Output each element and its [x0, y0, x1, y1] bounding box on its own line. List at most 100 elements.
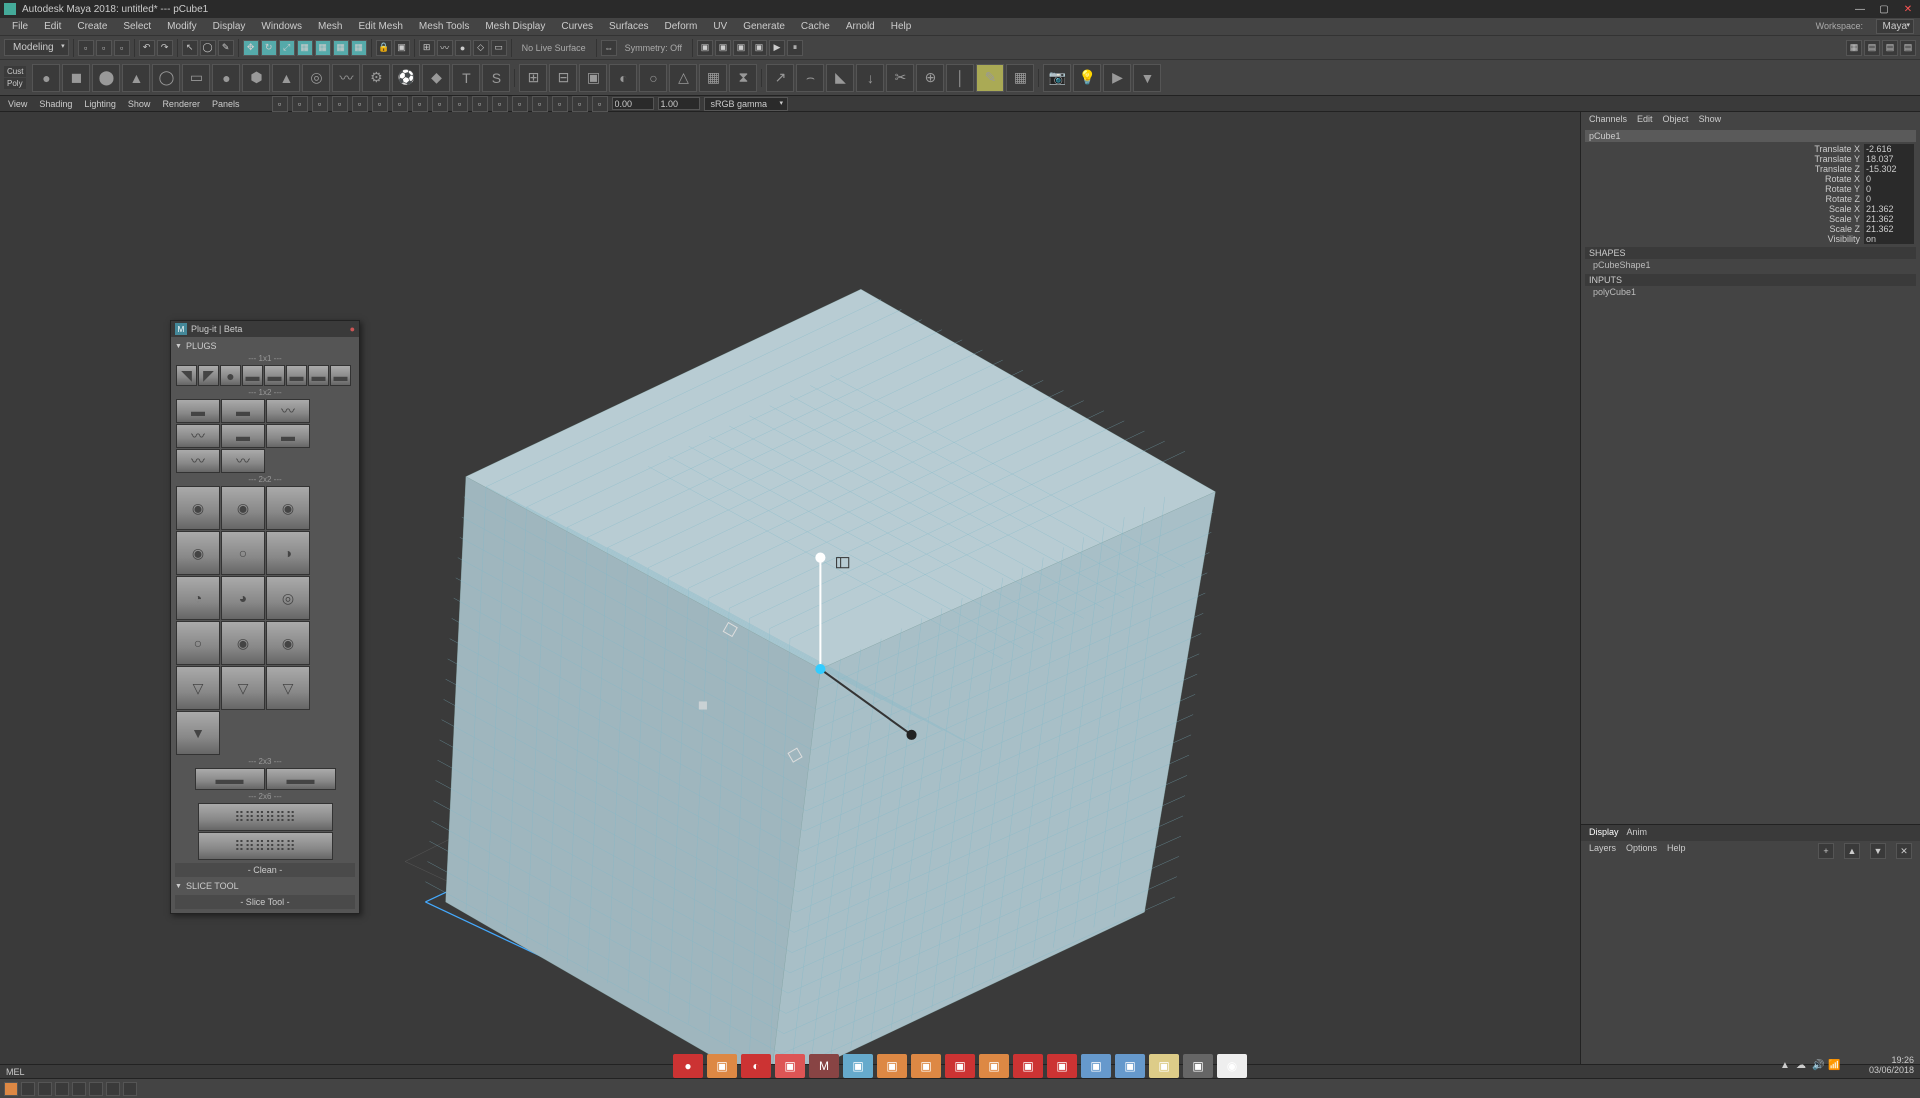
bevel-icon[interactable]: ◣ [826, 64, 854, 92]
attr-row[interactable]: Translate X-2.616 [1585, 144, 1916, 154]
render-shelf-icon[interactable]: ▶ [1103, 64, 1131, 92]
attr-row[interactable]: Rotate Y0 [1585, 184, 1916, 194]
redo-icon[interactable]: ↷ [157, 40, 173, 56]
light-icon[interactable]: 💡 [1073, 64, 1101, 92]
layer-up-icon[interactable]: ▲ [1844, 843, 1860, 859]
plug-2x2-16[interactable]: ▼ [176, 711, 220, 755]
plug-2x3-2[interactable]: ▬▬ [266, 768, 336, 790]
pt-icon-5[interactable]: ▫ [352, 96, 368, 112]
attr-value[interactable]: 18.037 [1864, 154, 1914, 164]
snap-view-icon[interactable]: ▭ [491, 40, 507, 56]
task-chrome[interactable]: ◉ [1217, 1054, 1247, 1078]
panel-view[interactable]: View [4, 99, 31, 109]
pt-icon-16[interactable]: ▫ [572, 96, 588, 112]
tab-show[interactable]: Show [1699, 114, 1722, 126]
task-app-10[interactable]: ▣ [1013, 1054, 1043, 1078]
task-app-6[interactable]: ▣ [877, 1054, 907, 1078]
plug-2x6-2[interactable]: ⠿⠿⠿⠿⠿⠿ [198, 832, 333, 860]
menu-select[interactable]: Select [117, 20, 157, 33]
panel-renderer[interactable]: Renderer [158, 99, 204, 109]
plug-2x2-14[interactable]: ▽ [221, 666, 265, 710]
tray-1[interactable]: ▲ [1780, 1060, 1792, 1072]
plug-2x2-8[interactable]: ◕ [221, 576, 265, 620]
attr-row[interactable]: Rotate Z0 [1585, 194, 1916, 204]
menu-mesh[interactable]: Mesh [312, 20, 348, 33]
move-tool-icon[interactable]: ✥ [243, 40, 259, 56]
attr-value[interactable]: 0 [1864, 174, 1914, 184]
bb-5[interactable] [72, 1082, 86, 1096]
menu-help[interactable]: Help [885, 20, 918, 33]
attr-value[interactable]: -15.302 [1864, 164, 1914, 174]
layer-down-icon[interactable]: ▼ [1870, 843, 1886, 859]
slice-tool-button[interactable]: - Slice Tool - [175, 895, 355, 909]
tray-3[interactable]: 🔊 [1812, 1060, 1824, 1072]
task-app-1[interactable]: ● [673, 1054, 703, 1078]
menu-deform[interactable]: Deform [659, 20, 704, 33]
plug-2x2-3[interactable]: ◉ [266, 486, 310, 530]
workspace-dropdown[interactable]: Maya [1876, 19, 1914, 34]
menu-modify[interactable]: Modify [161, 20, 202, 33]
panel-lighting[interactable]: Lighting [80, 99, 120, 109]
attr-row[interactable]: Visibilityon [1585, 234, 1916, 244]
render-icon[interactable]: ▣ [697, 40, 713, 56]
ipr-icon[interactable]: ▣ [715, 40, 731, 56]
layers-menu[interactable]: Layers [1589, 843, 1616, 859]
task-app-12[interactable]: ▣ [1081, 1054, 1111, 1078]
plug-1x2-7[interactable]: 〰 [176, 449, 220, 473]
task-app-8[interactable]: ▣ [945, 1054, 975, 1078]
bb-8[interactable] [123, 1082, 137, 1096]
snap-grid-icon[interactable]: ⊞ [419, 40, 435, 56]
playblast-icon[interactable]: ▶ [769, 40, 785, 56]
pt-icon-14[interactable]: ▫ [532, 96, 548, 112]
tray-2[interactable]: ☁ [1796, 1060, 1808, 1072]
panel-shading[interactable]: Shading [35, 99, 76, 109]
menu-cache[interactable]: Cache [795, 20, 836, 33]
paint-select-icon[interactable]: ✎ [218, 40, 234, 56]
plug-1x1-8[interactable]: ▬ [330, 365, 351, 386]
layer-add-icon[interactable]: + [1818, 843, 1834, 859]
snap-curve-icon[interactable]: 〰 [437, 40, 453, 56]
plug-1x1-7[interactable]: ▬ [308, 365, 329, 386]
poly-pipe-icon[interactable]: ◎ [302, 64, 330, 92]
poly-prism-icon[interactable]: ⬢ [242, 64, 270, 92]
poly-helix-icon[interactable]: 〰 [332, 64, 360, 92]
new-scene-icon[interactable]: ▫ [78, 40, 94, 56]
remesh-icon[interactable]: ▦ [699, 64, 727, 92]
sculpt-icon[interactable]: ✎ [976, 64, 1004, 92]
task-app-5[interactable]: ▣ [843, 1054, 873, 1078]
poly-cone-icon[interactable]: ▲ [122, 64, 150, 92]
menu-file[interactable]: File [6, 20, 34, 33]
reduce-icon[interactable]: △ [669, 64, 697, 92]
toggle-icon[interactable]: ▤ [1864, 40, 1880, 56]
poly-soccer-icon[interactable]: ⚽ [392, 64, 420, 92]
bb-7[interactable] [106, 1082, 120, 1096]
menu-edit-mesh[interactable]: Edit Mesh [352, 20, 408, 33]
snap3-icon[interactable]: ▦ [333, 40, 349, 56]
task-maya[interactable]: M [809, 1054, 839, 1078]
snap-icon[interactable]: ▦ [297, 40, 313, 56]
plug-1x1-2[interactable]: ◤ [198, 365, 219, 386]
collapse-icon[interactable]: ↓ [856, 64, 884, 92]
smooth-icon[interactable]: ○ [639, 64, 667, 92]
render-settings-icon[interactable]: ▣ [733, 40, 749, 56]
undo-icon[interactable]: ↶ [139, 40, 155, 56]
toggle3-icon[interactable]: ▤ [1900, 40, 1916, 56]
attr-value[interactable]: 21.362 [1864, 224, 1914, 234]
menu-mesh-tools[interactable]: Mesh Tools [413, 20, 475, 33]
camera-icon[interactable]: 📷 [1043, 64, 1071, 92]
plug-1x2-8[interactable]: 〰 [221, 449, 265, 473]
pt-icon-12[interactable]: ▫ [492, 96, 508, 112]
plug-2x2-2[interactable]: ◉ [221, 486, 265, 530]
plug-2x2-13[interactable]: ▽ [176, 666, 220, 710]
multicut-icon[interactable]: ✂ [886, 64, 914, 92]
snap2-icon[interactable]: ▦ [315, 40, 331, 56]
pt-icon-2[interactable]: ▫ [292, 96, 308, 112]
task-app-3[interactable]: ◐ [741, 1054, 771, 1078]
tray-4[interactable]: 📶 [1828, 1060, 1840, 1072]
attr-value[interactable]: 0 [1864, 184, 1914, 194]
task-explorer[interactable]: ▣ [1149, 1054, 1179, 1078]
shelf-tab-custom[interactable]: Cust [4, 66, 26, 77]
plug-1x2-5[interactable]: ▬ [221, 424, 265, 448]
svg-icon[interactable]: S [482, 64, 510, 92]
plug-2x2-10[interactable]: ○ [176, 621, 220, 665]
